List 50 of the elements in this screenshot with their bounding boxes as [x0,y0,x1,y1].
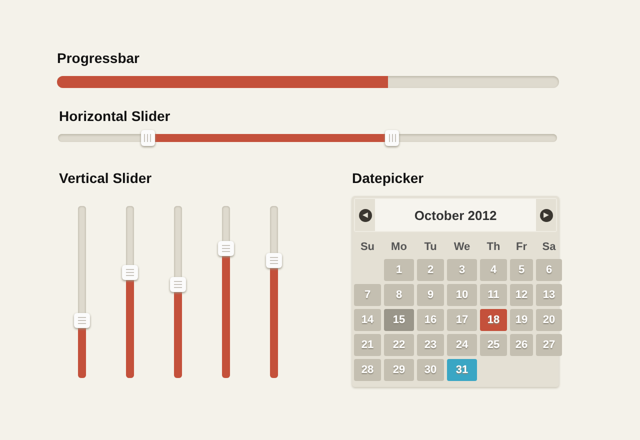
slider-handle[interactable] [218,241,234,256]
day-cell[interactable]: 19 [510,309,533,331]
day-cell[interactable]: 4 [480,259,507,281]
section-title: Vertical Slider [59,170,153,186]
day-cell[interactable]: 18 [480,309,507,331]
day-cell[interactable]: 17 [447,309,477,331]
day-cell[interactable]: 10 [447,284,477,306]
day-cell[interactable]: 23 [417,334,444,356]
day-cell[interactable]: 20 [536,309,562,331]
weekday-label: Sa [541,240,557,255]
day-cell[interactable]: 8 [384,284,414,306]
day-cell[interactable]: 22 [384,334,414,356]
day-cell[interactable]: 24 [447,334,477,356]
slider-handle[interactable] [170,277,186,292]
section-title: Progressbar [57,50,140,66]
day-cell[interactable]: 9 [417,284,444,306]
section-title: Datepicker [352,170,425,186]
slider-handle[interactable] [266,253,282,268]
day-cell[interactable]: 15 [384,309,414,331]
day-cell[interactable]: 29 [384,359,414,381]
day-cell[interactable]: 27 [536,334,562,356]
day-cell[interactable]: 5 [510,259,533,281]
weekday-label: Tu [423,240,438,255]
month-title: October 2012 [414,208,497,222]
day-cell[interactable]: 11 [480,284,507,306]
day-cell[interactable]: 14 [354,309,381,331]
day-cell[interactable]: 3 [447,259,477,281]
day-cell[interactable]: 28 [354,359,381,381]
day-cell[interactable]: 13 [536,284,562,306]
day-cell[interactable]: 7 [354,284,381,306]
weekday-label: We [452,240,472,255]
day-cell[interactable]: 1 [384,259,414,281]
day-cell[interactable]: 25 [480,334,507,356]
day-cell[interactable]: 21 [354,334,381,356]
day-cell[interactable]: 30 [417,359,444,381]
slider-handle[interactable] [122,265,138,280]
day-cell[interactable]: 2 [417,259,444,281]
section-title: Horizontal Slider [59,108,172,124]
weekday-label: Su [359,240,376,255]
day-cell[interactable]: 26 [510,334,533,356]
weekday-label: Fr [515,240,528,255]
slider-handle[interactable] [385,130,400,146]
slider-handle[interactable] [74,313,90,328]
weekday-label: Th [486,240,502,255]
weekday-label: Mo [390,240,408,255]
day-cell[interactable]: 16 [417,309,444,331]
day-cell[interactable]: 31 [447,359,477,381]
day-cell[interactable]: 6 [536,259,562,281]
slider-handle[interactable] [140,130,155,146]
day-cell[interactable]: 12 [510,284,533,306]
